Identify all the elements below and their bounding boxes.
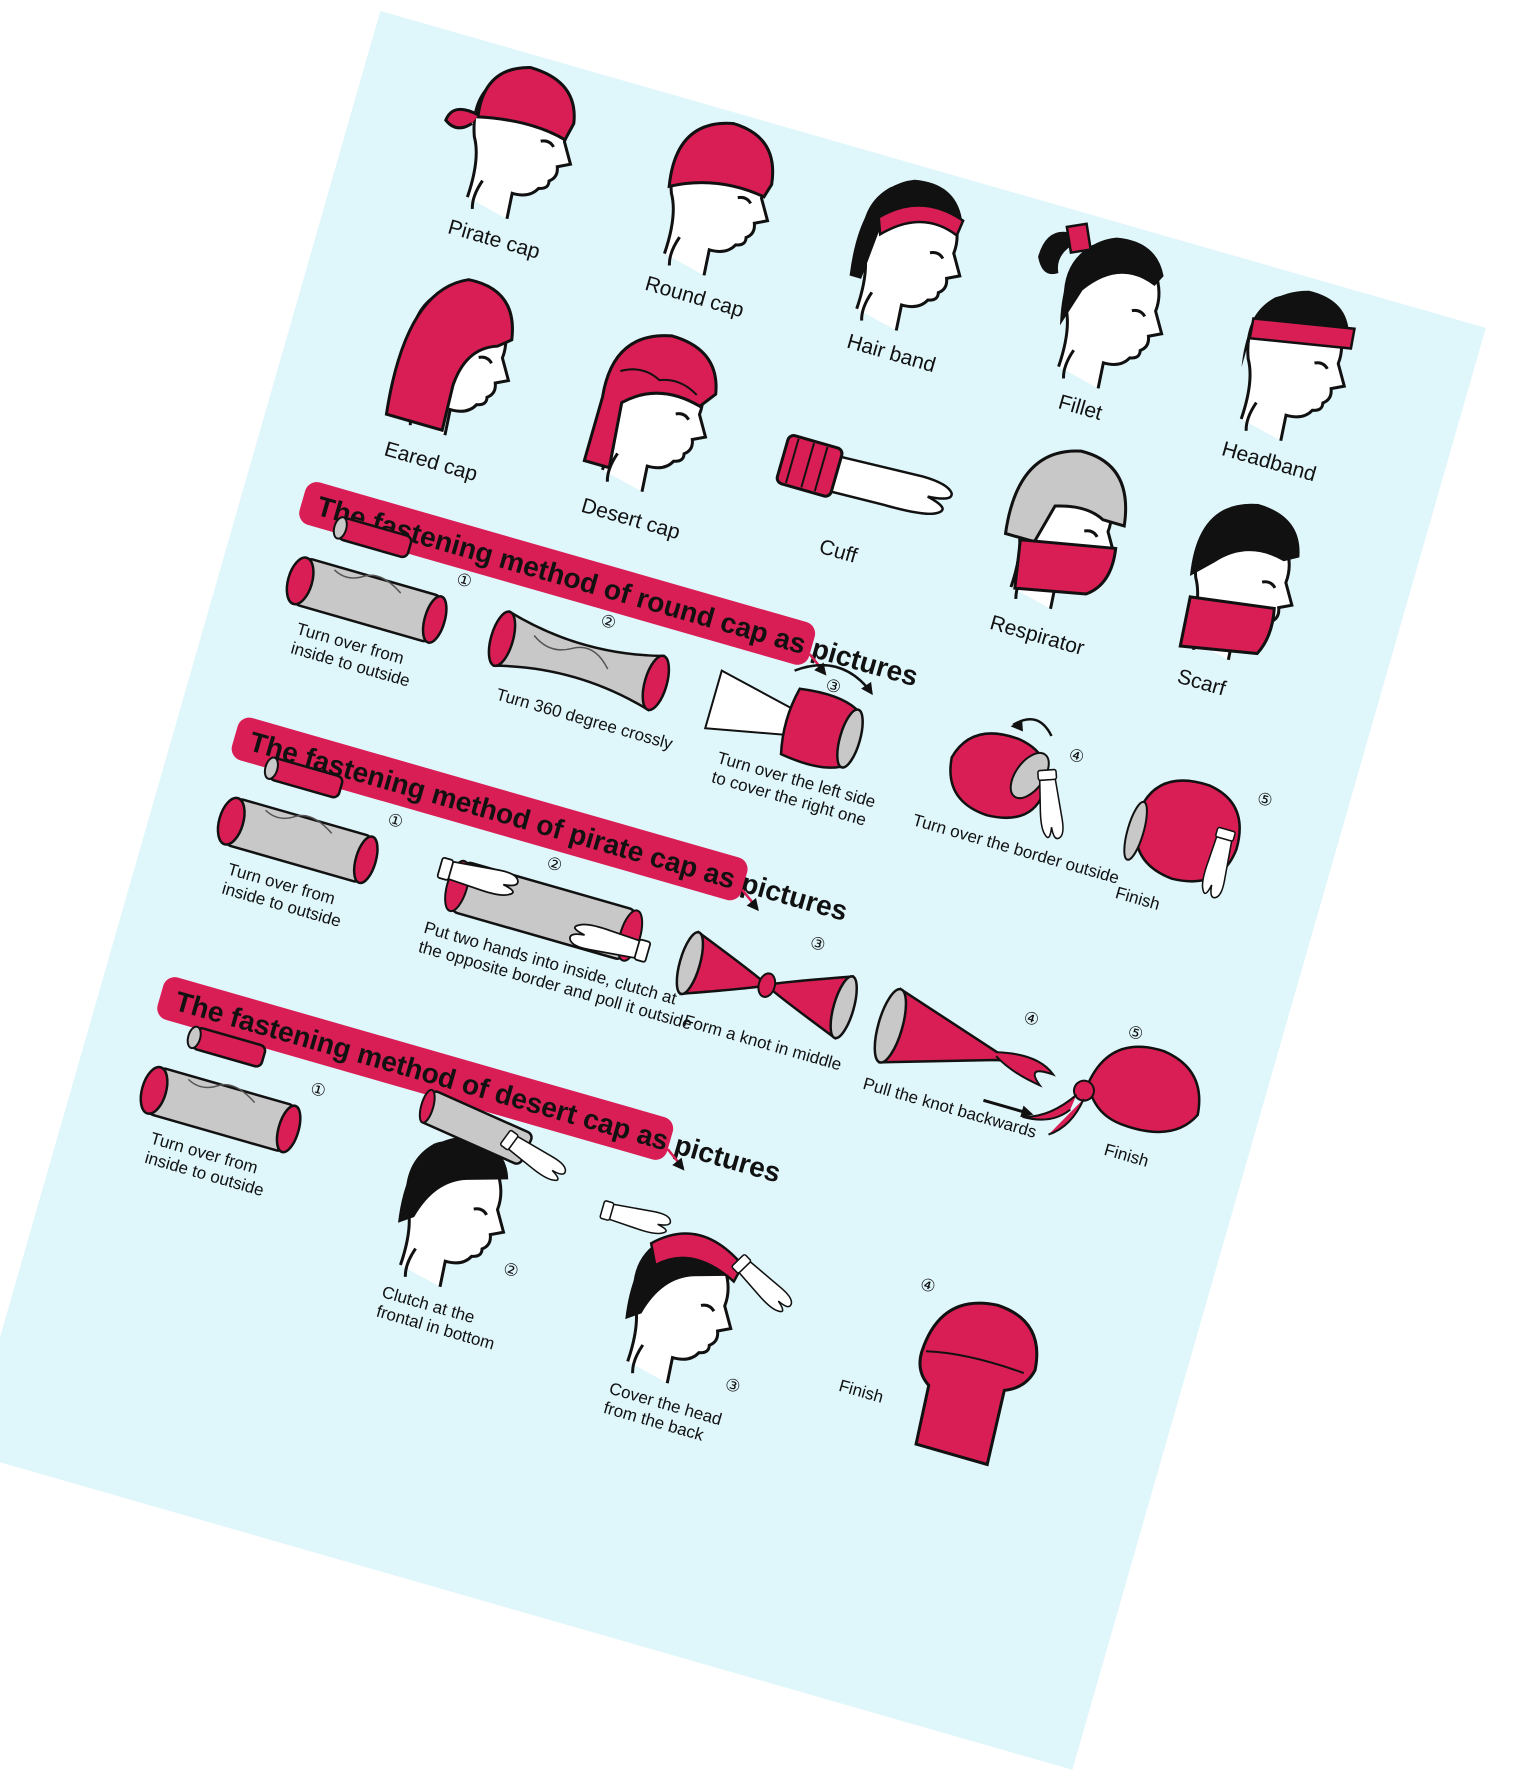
instruction-sheet: Pirate cap Round cap Hair band Fillet He… [0,10,1486,1770]
